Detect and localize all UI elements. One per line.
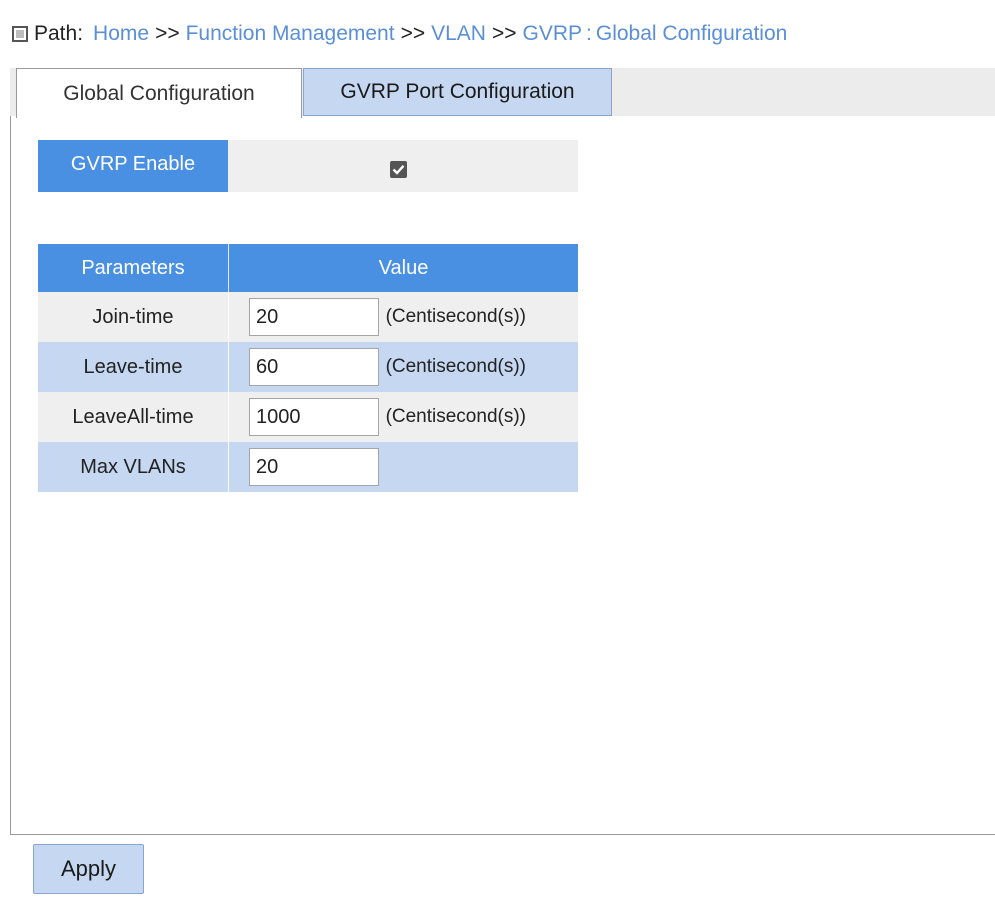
crumb-colon: : (586, 22, 592, 45)
unit-label: (Centisecond(s)) (385, 406, 526, 427)
param-value-cell (229, 442, 579, 492)
param-value-cell: (Centisecond(s)) (229, 392, 579, 442)
param-value-cell: (Centisecond(s)) (229, 292, 579, 342)
crumb-home[interactable]: Home (93, 22, 149, 46)
gvrp-enable-row: GVRP Enable (38, 140, 578, 192)
leaveall-time-input[interactable] (249, 398, 379, 436)
crumb-separator: >> (155, 22, 180, 45)
header-parameters: Parameters (38, 244, 229, 292)
gvrp-enable-cell (228, 140, 578, 192)
table-row: Join-time (Centisecond(s)) (38, 292, 578, 342)
checkmark-icon (392, 164, 404, 175)
unit-label: (Centisecond(s)) (385, 306, 526, 327)
path-label: Path: (34, 22, 84, 45)
table-row: Leave-time (Centisecond(s)) (38, 342, 578, 392)
crumb-gvrp[interactable]: GVRP (523, 22, 583, 46)
tab-gvrp-port-configuration[interactable]: GVRP Port Configuration (303, 68, 612, 116)
header-value: Value (228, 244, 578, 292)
param-name-leaveall-time: LeaveAll-time (38, 392, 229, 442)
crumb-vlan[interactable]: VLAN (431, 22, 486, 46)
gvrp-enable-label: GVRP Enable (38, 140, 228, 192)
tab-strip: Global Configuration GVRP Port Configura… (10, 68, 995, 118)
param-name-join-time: Join-time (38, 292, 229, 342)
parameters-table: Parameters Value Join-time (Centisecond(… (38, 244, 578, 492)
square-icon (12, 26, 28, 42)
crumb-function-management[interactable]: Function Management (186, 22, 395, 46)
max-vlans-input[interactable] (249, 448, 379, 486)
unit-label: (Centisecond(s)) (385, 356, 526, 377)
crumb-separator: >> (491, 22, 517, 45)
apply-button[interactable]: Apply (33, 844, 144, 894)
param-name-max-vlans: Max VLANs (38, 442, 229, 492)
gvrp-enable-checkbox[interactable] (389, 160, 407, 178)
table-row: LeaveAll-time (Centisecond(s)) (38, 392, 578, 442)
table-row: Max VLANs (38, 442, 578, 492)
leave-time-input[interactable] (249, 348, 379, 386)
tab-global-configuration[interactable]: Global Configuration (16, 68, 302, 118)
crumb-separator: >> (400, 22, 426, 45)
param-value-cell: (Centisecond(s)) (229, 342, 579, 392)
breadcrumb: Path: Home >> Function Management >> VLA… (12, 20, 787, 48)
param-name-leave-time: Leave-time (38, 342, 229, 392)
join-time-input[interactable] (249, 298, 379, 336)
crumb-current[interactable]: Global Configuration (596, 22, 787, 46)
